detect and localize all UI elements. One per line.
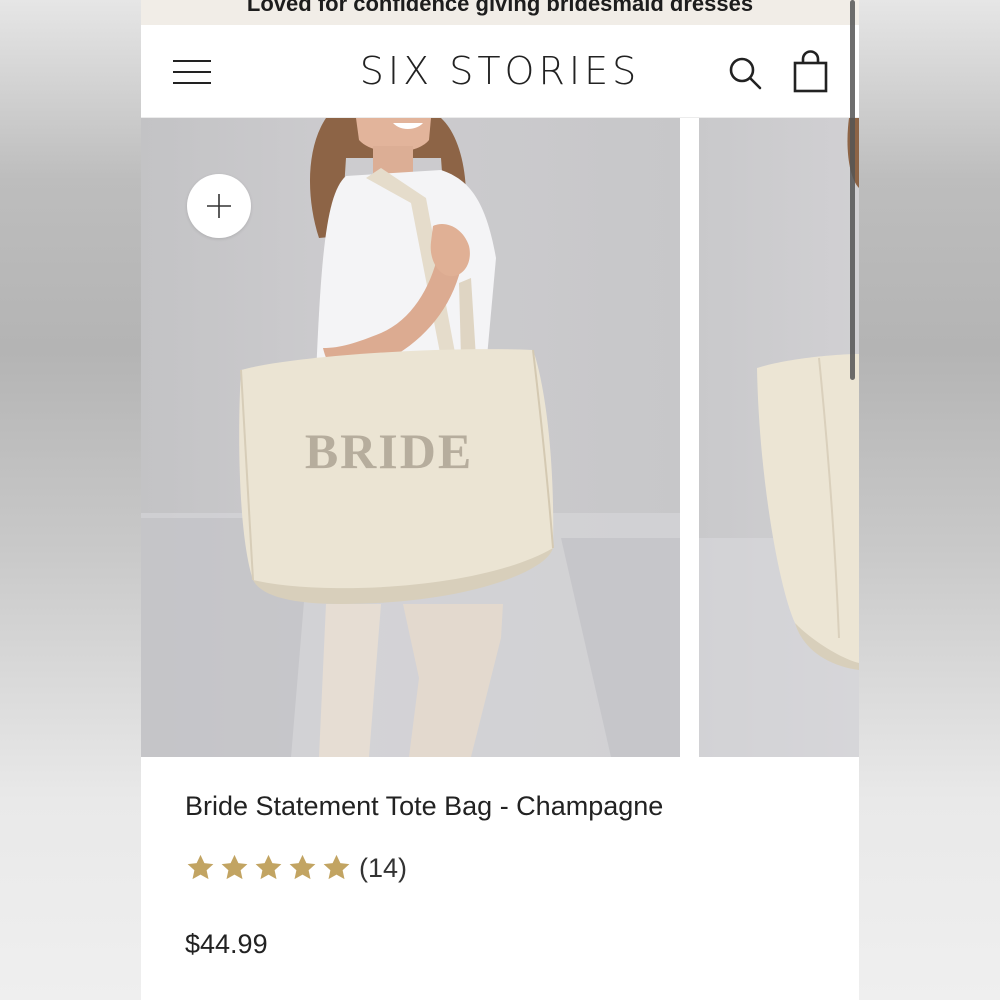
cart-button[interactable] [791,50,831,94]
star-icon [221,854,248,880]
bag-print-text: BRIDE [305,423,473,479]
product-info: Bride Statement Tote Bag - Champagne (14… [141,757,859,1000]
star-icon [323,854,350,880]
announcement-text: Loved for confidence giving bridesmaid d… [246,0,754,16]
search-icon [729,57,762,90]
review-count[interactable]: (14) [359,853,407,884]
product-image-main[interactable]: BRIDE [141,118,680,757]
product-title: Bride Statement Tote Bag - Champagne [185,791,664,821]
plus-icon [207,194,231,218]
tote-bag-photo-2 [699,118,859,757]
site-header: SIX STORIES [141,25,859,118]
search-button[interactable] [727,55,763,91]
rating-stars [185,853,352,883]
product-image-next[interactable] [699,118,859,757]
shopping-bag-icon [793,50,828,93]
star-icon [289,854,316,880]
announcement-bar[interactable]: Loved for confidence giving bridesmaid d… [141,0,859,25]
star-icon [255,854,282,880]
page-scrollbar[interactable] [850,0,855,380]
phone-screen: Loved for confidence giving bridesmaid d… [141,0,859,1000]
star-icon [187,854,214,880]
product-price: $44.99 [185,929,268,959]
product-gallery[interactable]: BRIDE [141,118,859,757]
zoom-button[interactable] [187,174,251,238]
